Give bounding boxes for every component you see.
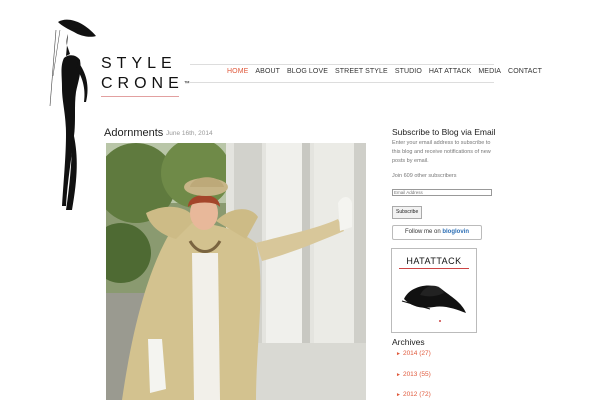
archive-year: 2014 <box>402 350 418 357</box>
triangle-right-icon: ► <box>396 392 401 398</box>
subscribe-title: Subscribe to Blog via Email <box>392 127 496 137</box>
hat-attack-badge[interactable]: HATATTACK <box>391 248 477 333</box>
nav-bottom-divider <box>190 82 494 83</box>
nav-item-hat-attack[interactable]: HAT ATTACK <box>429 68 472 75</box>
archive-year: 2013 <box>402 371 418 378</box>
post-title[interactable]: Adornments <box>104 127 163 139</box>
archive-link-2014[interactable]: ► 2014 (27) <box>396 350 431 357</box>
bloglovin-follow-button[interactable]: Follow me on bloglovin <box>392 225 482 240</box>
subscribe-button[interactable]: Subscribe <box>392 206 423 219</box>
triangle-right-icon: ► <box>396 351 401 357</box>
nav-item-blog-love[interactable]: BLOG LOVE <box>287 68 328 75</box>
post-photo-image <box>106 143 366 400</box>
archives-title: Archives <box>392 337 425 347</box>
logo-line-crone: CRONE <box>101 74 187 94</box>
archive-link-2013[interactable]: ► 2013 (55) <box>396 371 431 378</box>
woman-silhouette-logo-icon <box>49 19 96 210</box>
hat-icon <box>401 285 466 322</box>
post-date: June 16th, 2014 <box>166 130 213 137</box>
logo-underline <box>101 96 179 97</box>
archive-count: (27) <box>419 350 431 357</box>
hat-attack-title: HATATTACK <box>406 256 462 266</box>
email-field[interactable] <box>392 189 492 196</box>
archive-link-2012[interactable]: ► 2012 (72) <box>396 391 431 398</box>
nav-item-contact[interactable]: CONTACT <box>508 68 542 75</box>
triangle-right-icon: ► <box>396 372 401 378</box>
nav-item-home[interactable]: HOME <box>227 68 248 75</box>
post-photo[interactable] <box>106 143 366 400</box>
main-nav: HOME ABOUT BLOG LOVE STREET STYLE STUDIO… <box>227 68 542 75</box>
nav-item-about[interactable]: ABOUT <box>255 68 280 75</box>
archive-year: 2012 <box>402 391 418 398</box>
nav-top-divider <box>190 64 494 65</box>
hat-attack-divider <box>399 268 469 269</box>
subscriber-count: Join 609 other subscribers <box>392 173 457 179</box>
bloglovin-prefix: Follow me on <box>404 229 443 235</box>
bloglovin-brand: bloglovin <box>442 229 470 235</box>
nav-item-studio[interactable]: STUDIO <box>395 68 422 75</box>
nav-item-street-style[interactable]: STREET STYLE <box>335 68 388 75</box>
subscribe-description: Enter your email address to subscribe to… <box>392 140 491 164</box>
archive-count: (55) <box>419 371 431 378</box>
archive-count: (72) <box>419 391 431 398</box>
logo-wordmark: STYLE CRONE <box>101 54 187 94</box>
nav-item-media[interactable]: MEDIA <box>478 68 501 75</box>
logo-line-style: STYLE <box>101 55 177 72</box>
